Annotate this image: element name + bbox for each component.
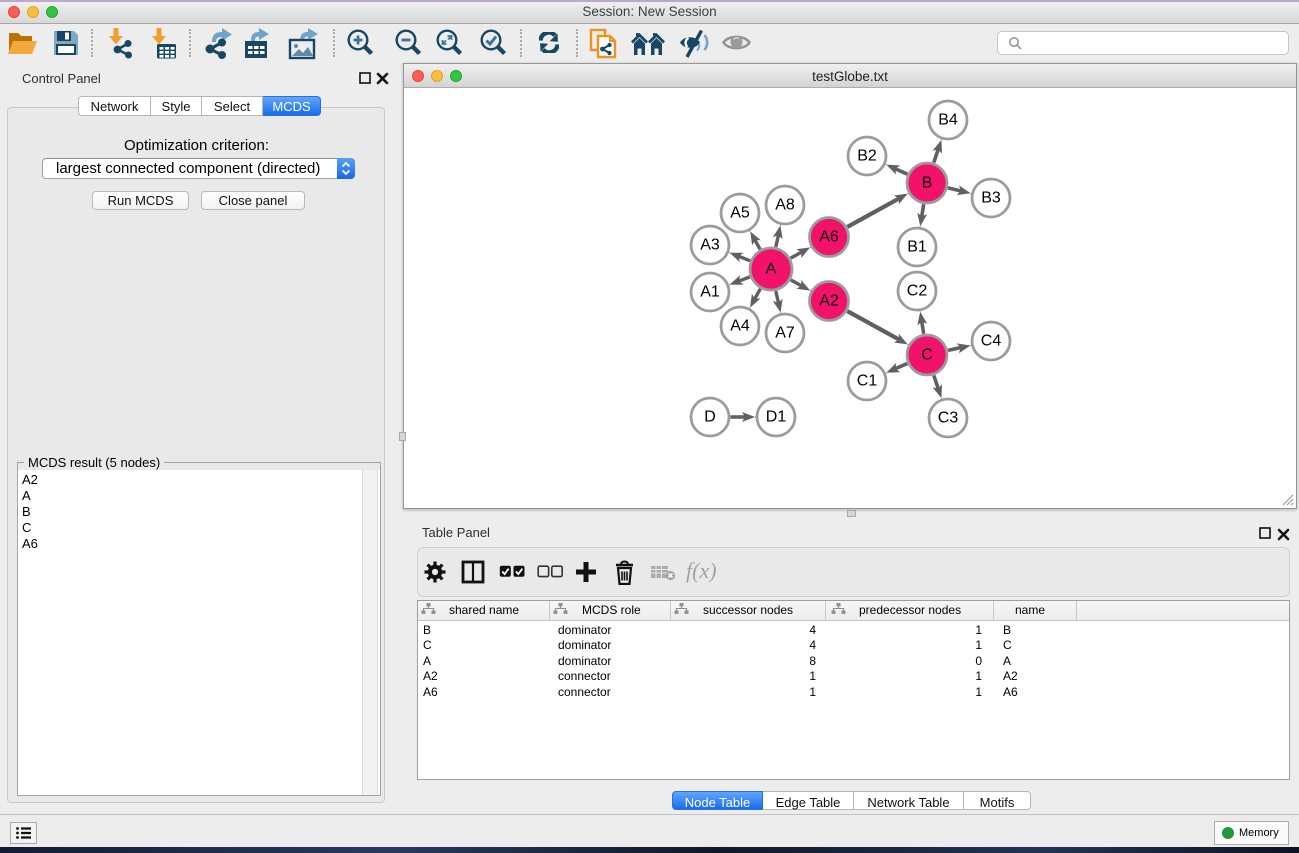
svg-text:A8: A8 bbox=[775, 197, 795, 214]
svg-text:B3: B3 bbox=[981, 190, 1001, 207]
svg-text:C4: C4 bbox=[981, 333, 1002, 350]
svg-text:C3: C3 bbox=[938, 410, 959, 427]
svg-text:A2: A2 bbox=[819, 293, 839, 310]
svg-text:C1: C1 bbox=[857, 373, 878, 390]
svg-text:C2: C2 bbox=[907, 283, 928, 300]
svg-text:B2: B2 bbox=[857, 148, 877, 165]
svg-text:D1: D1 bbox=[766, 409, 787, 426]
svg-text:A5: A5 bbox=[730, 205, 750, 222]
svg-text:A1: A1 bbox=[700, 284, 720, 301]
svg-text:B1: B1 bbox=[907, 239, 927, 256]
svg-text:A3: A3 bbox=[700, 237, 720, 254]
svg-text:B: B bbox=[922, 175, 933, 192]
svg-text:C: C bbox=[921, 347, 933, 364]
svg-text:A6: A6 bbox=[819, 229, 839, 246]
svg-text:B4: B4 bbox=[938, 112, 958, 129]
svg-text:A4: A4 bbox=[730, 318, 750, 335]
svg-text:A7: A7 bbox=[775, 325, 795, 342]
svg-text:A: A bbox=[766, 261, 777, 278]
svg-text:D: D bbox=[704, 409, 716, 426]
